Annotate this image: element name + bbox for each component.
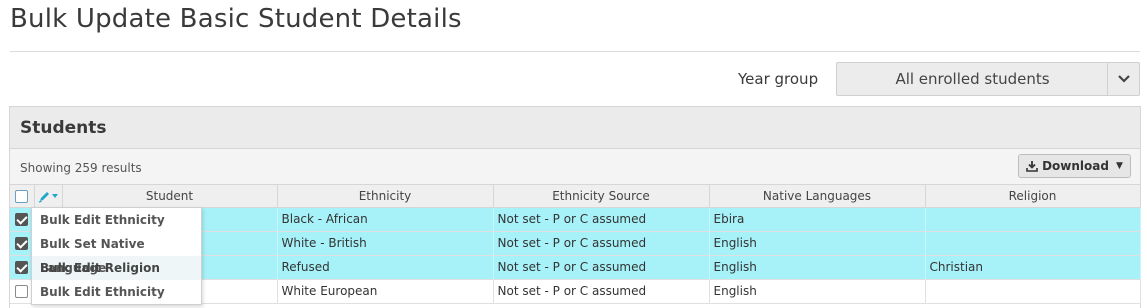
cell-ethnicity-source: Not set - P or C assumed [493,279,710,304]
menu-item-bulk-edit-ethnicity[interactable]: Bulk Edit Ethnicity [32,208,201,232]
cell-religion: Christian [925,255,1141,280]
title-divider [10,51,1140,52]
bulk-edit-toggle[interactable] [38,190,58,203]
cell-ethnicity-source: Not set - P or C assumed [493,207,710,232]
row-checkbox[interactable] [15,213,29,226]
col-header-native-languages[interactable]: Native Languages [709,185,926,208]
download-label: Download [1042,159,1109,173]
cell-religion [925,279,1141,304]
select-all-cell [10,185,35,208]
year-group-selected-value: All enrolled students [895,70,1050,88]
row-checkbox[interactable] [15,285,29,298]
menu-item-bulk-set-native-language[interactable]: Bulk Set Native Language [32,232,201,275]
row-checkbox[interactable] [15,237,29,250]
caret-down-icon: ▼ [1115,161,1123,171]
cell-ethnicity: Black - African [277,207,494,232]
cell-ethnicity-source: Not set - P or C assumed [493,255,710,280]
col-header-religion[interactable]: Religion [925,185,1141,208]
bulk-edit-menu: Bulk Edit Ethnicity Bulk Set Native Lang… [31,207,202,305]
cell-native-language: Ebira [709,207,926,232]
bulk-edit-cell [34,185,63,208]
cell-native-language: English [709,279,926,304]
cell-religion [925,231,1141,256]
col-header-ethnicity[interactable]: Ethnicity [277,185,494,208]
results-bar: Showing 259 results Download ▼ [10,149,1140,185]
col-header-student[interactable]: Student [62,185,278,208]
cell-ethnicity: White European [277,279,494,304]
page-title: Bulk Update Basic Student Details [10,4,462,34]
pencil-icon [38,191,49,203]
select-all-checkbox[interactable] [15,189,29,203]
menu-item-bulk-edit-ethnicity-source[interactable]: Bulk Edit Ethnicity Source [32,280,201,304]
table-header-row: Student Ethnicity Ethnicity Source Nativ… [10,185,1141,208]
cell-ethnicity: Refused [277,255,494,280]
col-header-ethnicity-source[interactable]: Ethnicity Source [493,185,710,208]
year-group-label: Year group [738,70,819,88]
caret-down-icon [52,193,58,198]
download-icon [1026,161,1038,172]
cell-native-language: English [709,255,926,280]
panel-title: Students [20,118,107,138]
cell-religion [925,207,1141,232]
menu-item-bulk-edit-religion[interactable]: Bulk Edit Religion [32,256,201,280]
cell-native-language: English [709,231,926,256]
chevron-down-icon[interactable] [1108,63,1140,95]
panel-header: Students [10,107,1140,149]
results-count: Showing 259 results [20,161,142,175]
cell-ethnicity: White - British [277,231,494,256]
row-checkbox[interactable] [15,261,29,274]
cell-ethnicity-source: Not set - P or C assumed [493,231,710,256]
year-group-select[interactable]: All enrolled students [836,62,1140,96]
download-button[interactable]: Download ▼ [1018,154,1131,178]
